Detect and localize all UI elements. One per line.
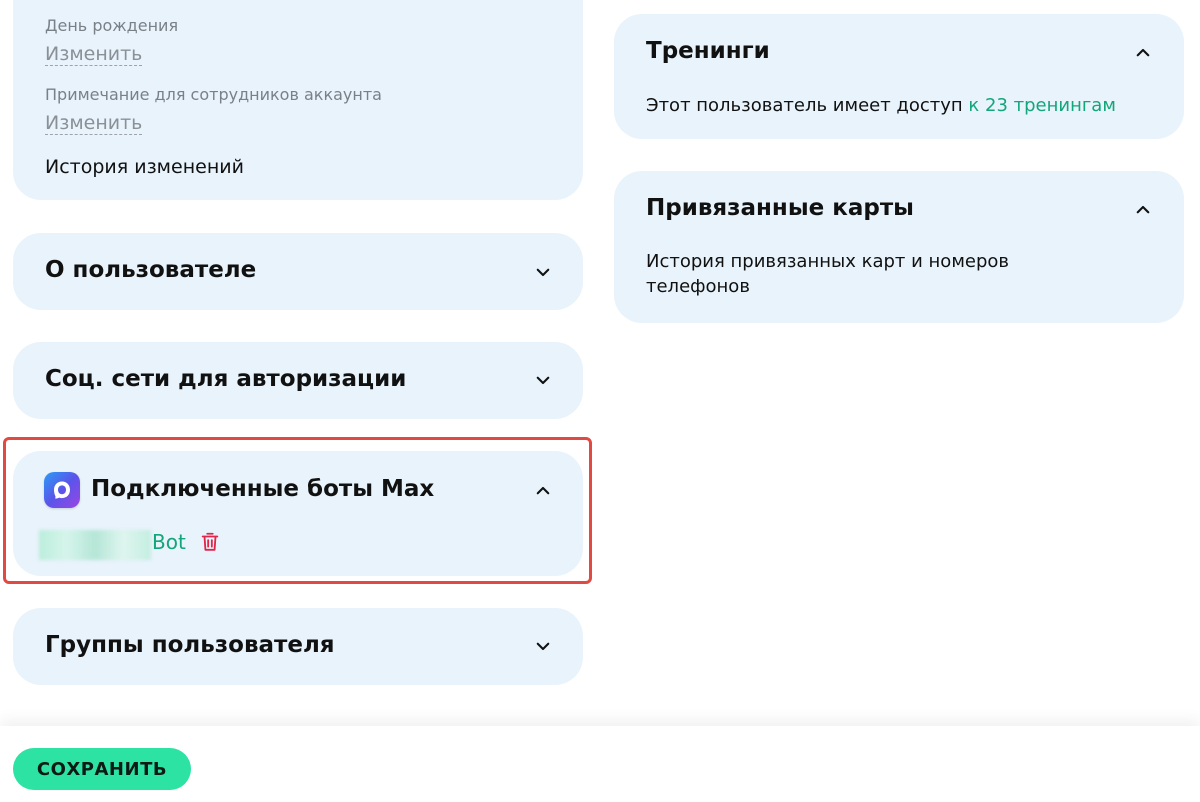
chevron-down-icon[interactable] (531, 260, 555, 284)
birthday-label: День рождения (45, 16, 179, 35)
social-auth-card[interactable]: Соц. сети для авторизации (13, 342, 583, 419)
trainings-access-prefix: Этот пользователь имеет доступ (646, 95, 969, 116)
save-button[interactable]: СОХРАНИТЬ (13, 748, 191, 790)
user-groups-title: Группы пользователя (45, 632, 335, 658)
trainings-title: Тренинги (646, 38, 770, 64)
linked-cards-card: Привязанные карты История привязанных ка… (614, 171, 1184, 323)
birthday-change-link[interactable]: Изменить (45, 44, 143, 66)
trainings-access-text: Этот пользователь имеет доступ к 23 трен… (646, 93, 1116, 118)
user-profile-page: День рождения Изменить Примечание для со… (0, 0, 1200, 802)
trainings-count-link[interactable]: к 23 тренингам (968, 95, 1116, 116)
change-history-link[interactable]: История изменений (45, 154, 244, 181)
about-user-title: О пользователе (45, 257, 257, 283)
chevron-down-icon[interactable] (531, 368, 555, 392)
linked-cards-title: Привязанные карты (646, 195, 914, 221)
linked-cards-history-link[interactable]: История привязанных карт и номеров телеф… (646, 249, 1076, 299)
note-change-link[interactable]: Изменить (45, 113, 143, 135)
highlight-frame (3, 437, 592, 584)
note-label: Примечание для сотрудников аккаунта (45, 85, 382, 104)
user-groups-card[interactable]: Группы пользователя (13, 608, 583, 685)
trainings-card: Тренинги Этот пользователь имеет доступ … (614, 14, 1184, 139)
social-auth-title: Соц. сети для авторизации (45, 366, 407, 392)
chevron-up-icon[interactable] (1131, 41, 1155, 65)
chevron-up-icon[interactable] (1131, 198, 1155, 222)
profile-fields-card: День рождения Изменить Примечание для со… (13, 0, 583, 200)
about-user-card[interactable]: О пользователе (13, 233, 583, 310)
chevron-down-icon[interactable] (531, 634, 555, 658)
